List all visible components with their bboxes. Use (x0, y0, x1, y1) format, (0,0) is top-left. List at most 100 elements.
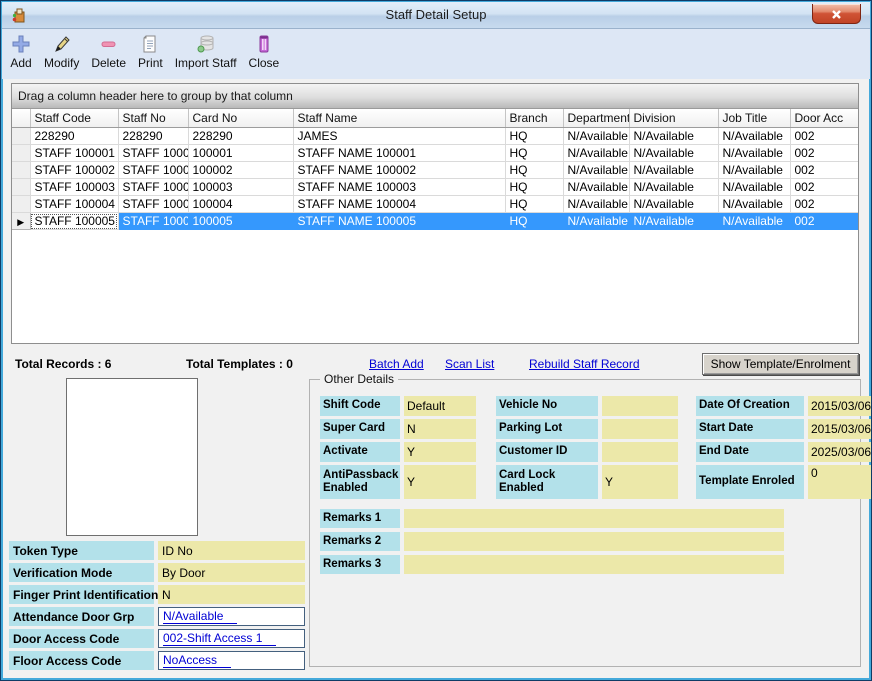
cell[interactable]: N/Available (718, 196, 790, 213)
table-row[interactable]: 228290 228290 228290 JAMES HQ N/Availabl… (12, 128, 858, 145)
table-row[interactable]: STAFF 100004 STAFF 100004 100004 STAFF N… (12, 196, 858, 213)
cell[interactable]: N/Available (629, 128, 718, 145)
table-row[interactable]: STAFF 100001 STAFF 100001 100001 STAFF N… (12, 145, 858, 162)
cell[interactable]: STAFF 100005 (118, 213, 188, 230)
door-access-code-link[interactable]: 002-Shift Access 1 (163, 631, 276, 646)
customer-id-label: Customer ID (496, 442, 598, 462)
rebuild-staff-record-link[interactable]: Rebuild Staff Record (529, 357, 640, 371)
cell[interactable]: 002 (790, 128, 858, 145)
cell[interactable]: 228290 (118, 128, 188, 145)
col-branch[interactable]: Branch (505, 109, 563, 128)
cell[interactable]: N/Available (718, 128, 790, 145)
cell[interactable]: 002 (790, 162, 858, 179)
cell[interactable]: STAFF 100002 (118, 162, 188, 179)
close-window-button[interactable]: Close (249, 33, 280, 70)
attendance-door-grp-link[interactable]: N/Available (163, 609, 237, 624)
modify-label: Modify (44, 56, 79, 70)
cell[interactable]: N/Available (718, 213, 790, 230)
cell[interactable]: N/Available (629, 179, 718, 196)
cell[interactable]: HQ (505, 145, 563, 162)
cell[interactable]: 002 (790, 179, 858, 196)
verification-mode-label: Verification Mode (9, 563, 154, 582)
cell[interactable]: STAFF NAME 100001 (293, 145, 505, 162)
cell[interactable]: N/Available (563, 213, 629, 230)
activate-label: Activate (320, 442, 400, 462)
cell-focused[interactable]: STAFF 100005 (30, 213, 118, 230)
cell[interactable]: STAFF 100004 (118, 196, 188, 213)
database-icon (195, 33, 217, 55)
table-row[interactable]: STAFF 100002 STAFF 100002 100002 STAFF N… (12, 162, 858, 179)
cell[interactable]: 100003 (188, 179, 293, 196)
cell[interactable]: STAFF 100003 (30, 179, 118, 196)
cell[interactable]: N/Available (629, 162, 718, 179)
cell[interactable]: STAFF NAME 100004 (293, 196, 505, 213)
cell[interactable]: N/Available (563, 128, 629, 145)
door-icon (253, 33, 275, 55)
cell[interactable]: HQ (505, 128, 563, 145)
remarks-1-value (404, 509, 784, 528)
close-button[interactable] (812, 4, 861, 24)
delete-label: Delete (91, 56, 126, 70)
print-button[interactable]: Print (138, 33, 163, 70)
cell[interactable]: N/Available (563, 179, 629, 196)
delete-button[interactable]: Delete (91, 33, 126, 70)
cell[interactable]: N/Available (718, 162, 790, 179)
cell[interactable]: N/Available (718, 145, 790, 162)
col-staff-code[interactable]: Staff Code (30, 109, 118, 128)
cell[interactable]: N/Available (629, 196, 718, 213)
col-department[interactable]: Department (563, 109, 629, 128)
import-staff-button[interactable]: Import Staff (175, 33, 237, 70)
table-row[interactable]: STAFF 100003 STAFF 100003 100003 STAFF N… (12, 179, 858, 196)
cell[interactable]: STAFF NAME 100005 (293, 213, 505, 230)
cell[interactable]: 228290 (188, 128, 293, 145)
cell[interactable]: STAFF 100003 (118, 179, 188, 196)
cell[interactable]: 228290 (30, 128, 118, 145)
card-lock-enabled-value: Y (602, 465, 678, 499)
cell[interactable]: 100001 (188, 145, 293, 162)
cell[interactable]: 100005 (188, 213, 293, 230)
cell[interactable]: HQ (505, 179, 563, 196)
batch-add-link[interactable]: Batch Add (369, 357, 424, 371)
cell[interactable]: STAFF NAME 100002 (293, 162, 505, 179)
modify-button[interactable]: Modify (44, 33, 79, 70)
cell[interactable]: HQ (505, 162, 563, 179)
cell[interactable]: STAFF 100001 (30, 145, 118, 162)
verification-mode-value: By Door (158, 563, 305, 582)
staff-table: Staff Code Staff No Card No Staff Name B… (12, 109, 859, 230)
template-enroled-label: Template Enroled (696, 465, 804, 499)
col-job-title[interactable]: Job Title (718, 109, 790, 128)
scan-list-link[interactable]: Scan List (445, 357, 494, 371)
cell[interactable]: N/Available (563, 145, 629, 162)
cell[interactable]: N/Available (629, 213, 718, 230)
cell[interactable]: STAFF 100001 (118, 145, 188, 162)
col-division[interactable]: Division (629, 109, 718, 128)
col-door-acc[interactable]: Door Acc (790, 109, 858, 128)
cell[interactable]: 002 (790, 196, 858, 213)
cell[interactable]: N/Available (629, 145, 718, 162)
group-by-bar[interactable]: Drag a column header here to group by th… (12, 84, 858, 109)
col-card-no[interactable]: Card No (188, 109, 293, 128)
table-row-selected[interactable]: ▶ STAFF 100005 STAFF 100005 100005 STAFF… (12, 213, 858, 230)
header-row: Staff Code Staff No Card No Staff Name B… (12, 109, 858, 128)
col-staff-no[interactable]: Staff No (118, 109, 188, 128)
floor-access-code-link[interactable]: NoAccess (163, 653, 231, 668)
cell[interactable]: STAFF 100002 (30, 162, 118, 179)
cell[interactable]: N/Available (563, 162, 629, 179)
cell[interactable]: 002 (790, 213, 858, 230)
cell[interactable]: 100002 (188, 162, 293, 179)
cell[interactable]: STAFF NAME 100003 (293, 179, 505, 196)
cell[interactable]: 100004 (188, 196, 293, 213)
cell[interactable]: JAMES (293, 128, 505, 145)
cell[interactable]: STAFF 100004 (30, 196, 118, 213)
cell[interactable]: N/Available (718, 179, 790, 196)
super-card-value: N (404, 419, 476, 439)
cell[interactable]: 002 (790, 145, 858, 162)
show-template-enrolment-button[interactable]: Show Template/Enrolment (702, 353, 859, 375)
vehicle-no-label: Vehicle No (496, 396, 598, 416)
titlebar[interactable]: Staff Detail Setup (2, 2, 870, 29)
cell[interactable]: HQ (505, 213, 563, 230)
cell[interactable]: HQ (505, 196, 563, 213)
col-staff-name[interactable]: Staff Name (293, 109, 505, 128)
cell[interactable]: N/Available (563, 196, 629, 213)
add-button[interactable]: Add (10, 33, 32, 70)
